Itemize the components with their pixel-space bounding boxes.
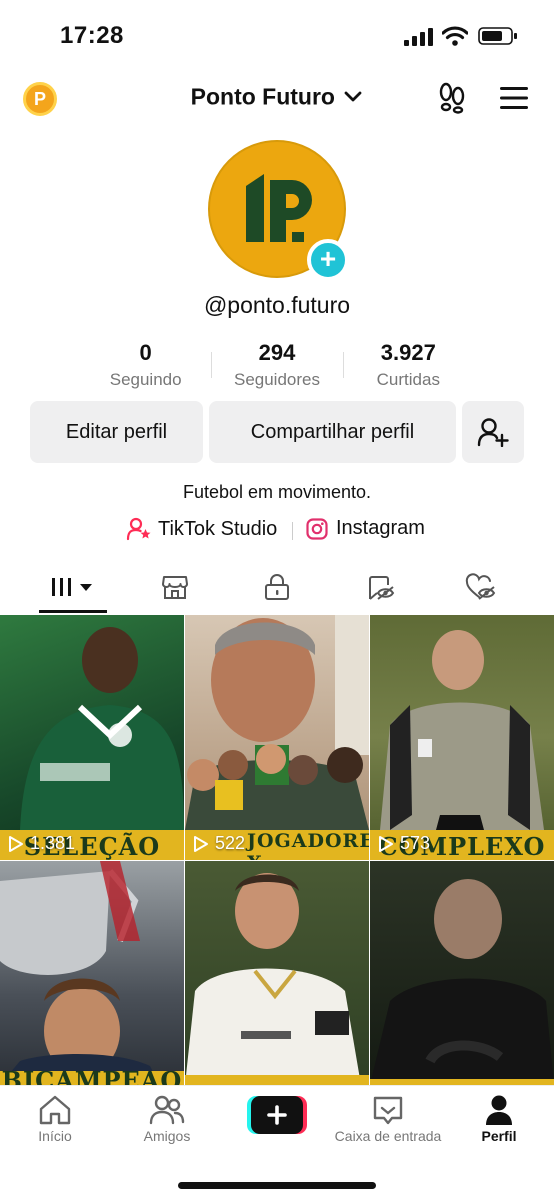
add-avatar-button[interactable]: + bbox=[307, 239, 349, 281]
instagram-link[interactable]: Instagram bbox=[306, 517, 425, 540]
profile-header: P Ponto Futuro bbox=[0, 70, 554, 126]
hidden-repost-icon bbox=[369, 576, 395, 600]
nav-inbox[interactable]: Caixa de entrada bbox=[330, 1092, 446, 1144]
tab-videos[interactable] bbox=[39, 565, 107, 609]
view-count: 573 bbox=[378, 833, 430, 854]
menu-icon[interactable] bbox=[500, 86, 528, 110]
active-tab-indicator bbox=[39, 610, 107, 613]
edit-profile-button[interactable]: Editar perfil bbox=[30, 401, 203, 463]
link-label: TikTok Studio bbox=[158, 517, 278, 540]
stat-value: 0 bbox=[139, 340, 152, 365]
status-bar: 17:28 bbox=[0, 0, 554, 70]
nav-profile[interactable]: Perfil bbox=[470, 1092, 528, 1144]
chevron-down-icon bbox=[344, 91, 362, 102]
tab-reposts[interactable] bbox=[350, 565, 410, 609]
video-thumbnail[interactable]: BICAMPEÃO bbox=[0, 861, 184, 1085]
tab-shop[interactable] bbox=[145, 565, 205, 609]
play-icon bbox=[9, 835, 23, 852]
profile-bio: Futebol em movimento. bbox=[182, 482, 372, 502]
footprint-icon[interactable] bbox=[436, 82, 468, 114]
video-grid: SELEÇÃO 1.381 JOGADORES X 522 bbox=[0, 615, 554, 1085]
nav-home[interactable]: Início bbox=[24, 1092, 86, 1144]
nav-friends[interactable]: Amigos bbox=[136, 1092, 198, 1144]
profile-handle: @ponto.futuro bbox=[203, 292, 351, 318]
add-friend-button[interactable] bbox=[462, 401, 524, 463]
wifi-icon bbox=[442, 26, 468, 46]
stat-value: 3.927 bbox=[380, 340, 436, 365]
video-thumbnail[interactable] bbox=[370, 861, 554, 1085]
video-thumbnail[interactable]: SELEÇÃO 1.381 bbox=[0, 615, 184, 860]
shop-icon bbox=[162, 576, 188, 599]
friends-icon bbox=[149, 1095, 185, 1125]
stat-label: Seguidores bbox=[233, 370, 320, 389]
stat-followers[interactable]: 294 Seguidores bbox=[211, 340, 342, 396]
stat-following[interactable]: 0 Seguindo bbox=[80, 340, 211, 396]
lock-icon bbox=[265, 574, 289, 600]
create-button[interactable] bbox=[247, 1096, 307, 1134]
tiktok-studio-link[interactable]: TikTok Studio bbox=[126, 517, 277, 541]
home-icon bbox=[39, 1095, 71, 1125]
nav-label: Amigos bbox=[143, 1128, 191, 1144]
nav-label: Perfil bbox=[481, 1128, 517, 1144]
video-thumbnail[interactable] bbox=[185, 861, 369, 1085]
stat-value: 294 bbox=[258, 340, 296, 365]
view-count: 1.381 bbox=[8, 833, 75, 854]
profile-links: TikTok Studio Instagram bbox=[0, 515, 554, 545]
video-banner bbox=[185, 1075, 369, 1085]
battery-icon bbox=[478, 27, 517, 45]
player-silhouette bbox=[20, 627, 184, 830]
nav-label: Início bbox=[38, 1128, 72, 1144]
trophy-player-image bbox=[0, 861, 160, 1085]
cellular-signal-icon bbox=[404, 28, 433, 46]
tiktok-studio-icon bbox=[126, 517, 151, 541]
stat-likes[interactable]: 3.927 Curtidas bbox=[342, 340, 474, 396]
inbox-icon bbox=[373, 1096, 403, 1125]
create-icon bbox=[247, 1096, 307, 1134]
nav-label: Caixa de entrada bbox=[334, 1128, 442, 1144]
video-banner: BICAMPEÃO bbox=[0, 1071, 184, 1085]
view-count: 522 bbox=[193, 833, 245, 854]
instagram-icon bbox=[306, 517, 328, 540]
account-name: Ponto Futuro bbox=[190, 83, 335, 110]
tab-liked[interactable] bbox=[451, 565, 511, 609]
share-profile-button[interactable]: Compartilhar perfil bbox=[209, 401, 456, 463]
grid-icon bbox=[52, 578, 92, 596]
status-time: 17:28 bbox=[60, 22, 124, 49]
play-icon bbox=[379, 835, 393, 852]
hidden-heart-icon bbox=[465, 573, 496, 600]
profile-icon bbox=[486, 1095, 512, 1125]
ponto-futuro-logo bbox=[246, 174, 312, 242]
coach-portrait-image bbox=[370, 879, 554, 1085]
stat-label: Curtidas bbox=[376, 370, 440, 389]
profile-stats: 0 Seguindo 294 Seguidores 3.927 Curtidas bbox=[80, 340, 474, 396]
real-madrid-player-image bbox=[185, 873, 361, 1085]
stat-label: Seguindo bbox=[109, 370, 182, 389]
add-user-icon bbox=[477, 418, 509, 447]
link-label: Instagram bbox=[336, 517, 425, 539]
coach-silhouette bbox=[380, 630, 544, 830]
bottom-navigation: Início Amigos Caixa de entrada Perfil bbox=[0, 1085, 554, 1200]
play-icon bbox=[194, 835, 208, 852]
video-thumbnail[interactable]: JOGADORES X 522 bbox=[185, 615, 369, 860]
content-tabs bbox=[0, 565, 554, 615]
link-separator bbox=[292, 522, 293, 540]
account-switcher[interactable]: Ponto Futuro bbox=[0, 82, 554, 110]
host-face-collage bbox=[185, 615, 369, 830]
tab-private[interactable] bbox=[247, 565, 307, 609]
home-indicator bbox=[178, 1182, 376, 1189]
video-thumbnail[interactable]: COMPLEXO 573 bbox=[370, 615, 554, 860]
